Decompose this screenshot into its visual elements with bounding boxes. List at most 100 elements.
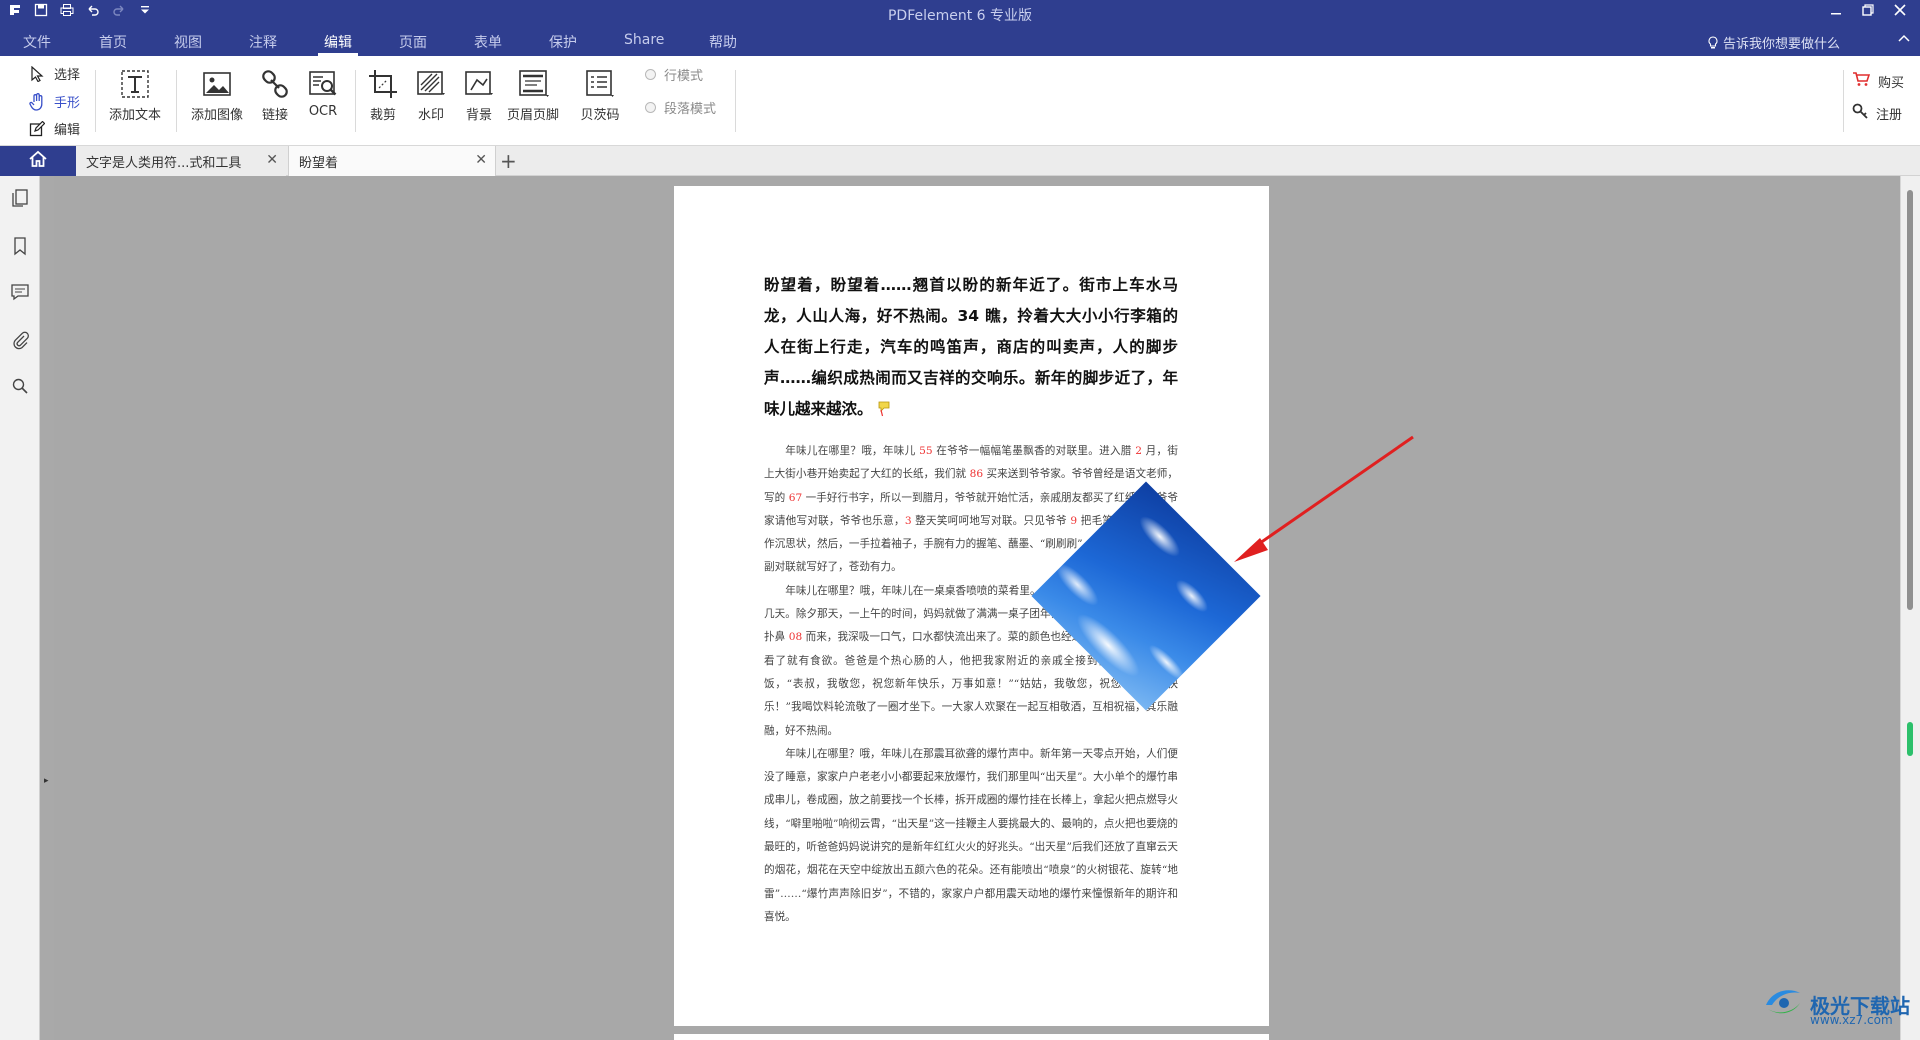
tell-me-text: 告诉我你想要做什么 xyxy=(1722,37,1840,52)
window-controls xyxy=(1820,2,1916,20)
attachment-icon[interactable] xyxy=(10,330,30,350)
vertical-scrollbar[interactable] xyxy=(1900,176,1920,1040)
text-run: 整天笑呵呵地写对联。只见爷爷 xyxy=(911,514,1071,527)
next-pdf-page xyxy=(674,1034,1269,1040)
ocr-button[interactable]: OCR xyxy=(291,68,355,119)
menu-form[interactable]: 表单 xyxy=(474,32,502,52)
title-bar: PDFelement 6 专业版 xyxy=(0,0,1920,26)
register-label: 注册 xyxy=(1876,107,1903,123)
site-watermark: 极光下载站 www.xz7.com xyxy=(1762,985,1910,1027)
crop-icon xyxy=(369,70,397,98)
menu-file[interactable]: 文件 xyxy=(23,32,51,52)
inline-number: 86 xyxy=(969,468,984,481)
menu-view[interactable]: 视图 xyxy=(174,32,202,52)
inline-number: 67 xyxy=(788,491,803,504)
add-image-label: 添加图像 xyxy=(190,108,243,123)
tab-label: 盼望着 xyxy=(299,155,339,171)
document-tab-bar: 文字是人类用符...式和工具 ✕ 盼望着 ✕ + xyxy=(0,146,1920,176)
collapse-ribbon-icon[interactable] xyxy=(1898,31,1910,47)
tab-label: 文字是人类用符...式和工具 xyxy=(86,155,242,171)
ribbon-separator xyxy=(1843,70,1844,132)
watermark-icon xyxy=(417,71,445,95)
edit-mode-label: 编辑 xyxy=(54,123,81,138)
cart-icon xyxy=(1852,71,1871,91)
note-annotation-icon[interactable] xyxy=(878,401,890,418)
add-text-button[interactable]: 添加文本 xyxy=(103,68,167,123)
ribbon-separator xyxy=(176,70,177,132)
radio-dot xyxy=(645,69,656,80)
thumbnails-icon[interactable] xyxy=(10,188,30,208)
paragraph-mode-radio[interactable]: 段落模式 xyxy=(645,98,716,117)
select-mode-button[interactable]: 选择 xyxy=(28,64,80,83)
text-run: 年味儿在哪里？哦，年味儿在那震耳欲聋的爆竹声中。新年第一天零点开始，人们便没了睡… xyxy=(764,747,1178,923)
text-run: 在爷爷一幅幅笔墨飘香的对联里。进入腊 xyxy=(932,445,1136,457)
lightbulb-icon xyxy=(1707,36,1723,52)
tell-me-box[interactable]: 告诉我你想要做什么 xyxy=(1707,33,1840,52)
key-icon xyxy=(1852,103,1868,123)
add-text-icon xyxy=(121,70,149,98)
menu-page[interactable]: 页面 xyxy=(399,32,427,52)
text-run: 年味儿在哪里？哦，年味儿 xyxy=(785,445,920,457)
edit-icon xyxy=(28,120,46,138)
inline-number: 3 xyxy=(904,514,912,527)
bates-icon xyxy=(586,70,614,97)
bates-number-button[interactable]: 贝茨码 xyxy=(568,68,632,123)
radio-dot xyxy=(645,102,656,113)
document-tab-active[interactable]: 盼望着 ✕ xyxy=(288,146,496,176)
link-icon xyxy=(262,70,288,98)
home-icon xyxy=(28,150,48,172)
hand-mode-button[interactable]: 手形 xyxy=(28,92,80,111)
close-tab-icon[interactable]: ✕ xyxy=(266,152,278,168)
inline-number: 55 xyxy=(919,445,933,457)
menu-share[interactable]: Share xyxy=(624,32,664,48)
register-button[interactable]: 注册 xyxy=(1852,103,1902,123)
menu-home[interactable]: 首页 xyxy=(99,32,127,52)
inline-number: 08 xyxy=(788,631,803,644)
scrollbar-thumb[interactable] xyxy=(1907,190,1913,610)
cursor-icon xyxy=(28,65,46,83)
paragraph-mode-label: 段落模式 xyxy=(664,102,717,117)
close-icon[interactable] xyxy=(1884,2,1916,20)
hand-mode-label: 手形 xyxy=(54,96,81,111)
edit-ribbon: 选择 手形 编辑 添加文本 添加图像 链接 OCR 裁剪 水印 背景 页眉页脚 … xyxy=(0,56,1920,146)
bates-label: 贝茨码 xyxy=(580,108,620,123)
ocr-icon xyxy=(309,71,337,96)
header-footer-button[interactable]: 页眉页脚 xyxy=(501,68,565,123)
add-image-icon xyxy=(203,72,231,96)
add-image-button[interactable]: 添加图像 xyxy=(185,68,249,123)
watermark-url: www.xz7.com xyxy=(1810,1013,1893,1027)
select-mode-label: 选择 xyxy=(54,68,81,83)
scroll-marker xyxy=(1907,722,1913,756)
minimize-icon[interactable] xyxy=(1820,2,1852,20)
document-heading[interactable]: 盼望着，盼望着……翘首以盼的新年近了。街市上车水马龙，人山人海，好不热闹。34 … xyxy=(764,270,1178,426)
edit-mode-button[interactable]: 编辑 xyxy=(28,119,80,138)
buy-button[interactable]: 购买 xyxy=(1852,71,1904,91)
document-tab[interactable]: 文字是人类用符...式和工具 ✕ xyxy=(76,146,286,176)
ocr-label: OCR xyxy=(308,104,338,119)
comment-icon[interactable] xyxy=(10,282,30,302)
heading-text: 盼望着，盼望着……翘首以盼的新年近了。街市上车水马龙，人山人海，好不热闹。34 … xyxy=(764,276,1178,418)
home-tab[interactable] xyxy=(0,146,76,176)
menu-protect[interactable]: 保护 xyxy=(549,32,577,52)
new-tab-icon[interactable]: + xyxy=(500,149,517,173)
add-text-label: 添加文本 xyxy=(108,108,161,123)
close-tab-icon[interactable]: ✕ xyxy=(475,152,487,168)
maximize-icon[interactable] xyxy=(1852,2,1884,20)
background-icon xyxy=(465,71,493,95)
body-paragraph: 年味儿在哪里？哦，年味儿在那震耳欲聋的爆竹声中。新年第一天零点开始，人们便没了睡… xyxy=(764,743,1178,929)
header-footer-label: 页眉页脚 xyxy=(506,108,559,123)
line-mode-label: 行模式 xyxy=(664,69,704,84)
hand-icon xyxy=(28,92,46,111)
ribbon-separator xyxy=(735,70,736,132)
header-footer-icon xyxy=(519,70,549,97)
window-title: PDFelement 6 专业版 xyxy=(887,8,1033,24)
menu-comment[interactable]: 注释 xyxy=(249,32,277,52)
menu-help[interactable]: 帮助 xyxy=(709,32,737,52)
bookmark-icon[interactable] xyxy=(10,236,30,256)
menu-edit[interactable]: 编辑 xyxy=(324,32,352,52)
expand-panel-icon[interactable]: ▸ xyxy=(44,776,49,786)
search-icon[interactable] xyxy=(10,376,30,396)
site-logo-icon xyxy=(1762,985,1804,1023)
line-mode-radio[interactable]: 行模式 xyxy=(645,65,703,84)
annotation-arrow xyxy=(1234,435,1414,562)
